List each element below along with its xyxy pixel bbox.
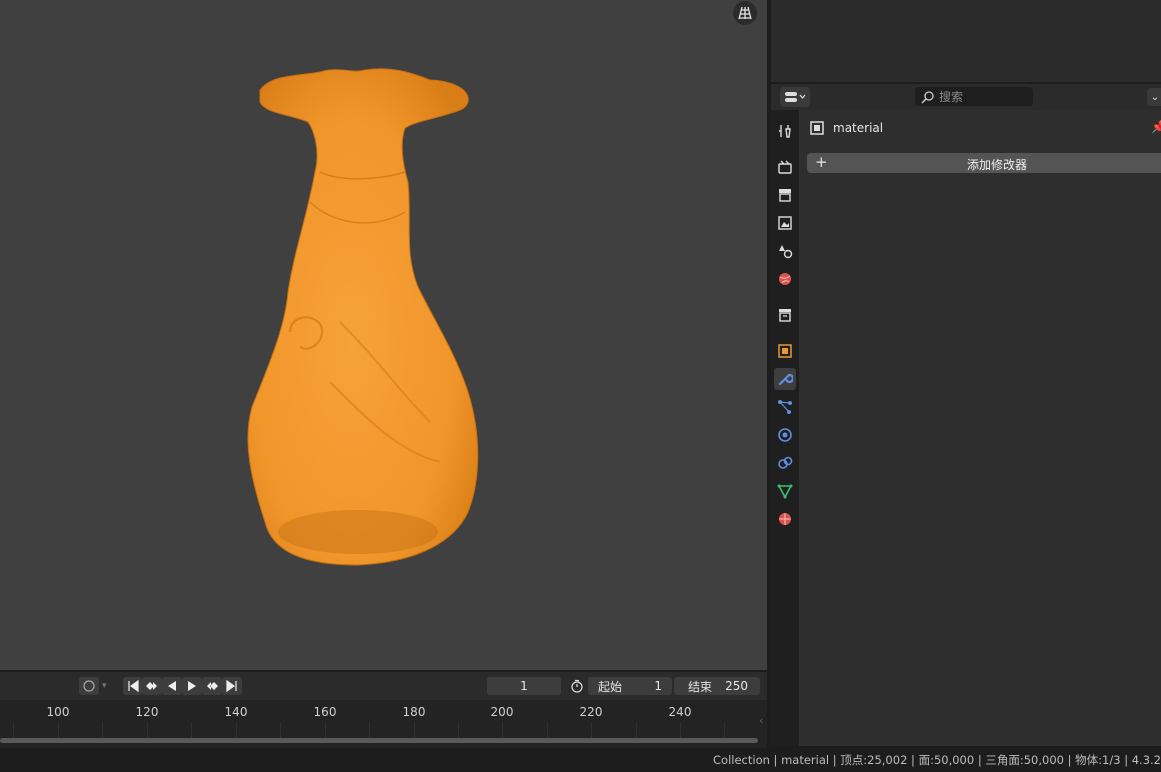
current-frame-field[interactable]: 1 <box>487 677 561 695</box>
object-name-label: material <box>833 121 884 135</box>
render-icon[interactable] <box>774 156 796 178</box>
chevron-down-icon[interactable]: ⌄ <box>1147 88 1161 106</box>
scene-icon[interactable] <box>774 240 796 262</box>
jump-to-end-icon[interactable] <box>222 677 242 695</box>
add-modifier-button[interactable]: + 添加修改器 <box>807 153 1161 173</box>
3d-viewport[interactable] <box>0 0 767 670</box>
editor-type-button[interactable] <box>780 87 810 107</box>
data-icon[interactable] <box>774 480 796 502</box>
outliner-panel[interactable] <box>771 0 1161 82</box>
start-frame-field[interactable]: 起始 1 <box>588 677 672 695</box>
chevron-down-icon[interactable]: ▾ <box>102 681 107 691</box>
ruler-tick-label: 180 <box>402 705 426 719</box>
previous-keyframe-icon[interactable] <box>142 677 162 695</box>
add-modifier-label: 添加修改器 <box>966 158 1027 172</box>
ruler-tick-label: 120 <box>135 705 159 719</box>
properties-content: material 📌 + 添加修改器 <box>799 110 1161 746</box>
pin-icon[interactable]: 📌 <box>1151 120 1161 136</box>
search-placeholder: 搜索 <box>939 90 964 104</box>
world-icon[interactable] <box>774 268 796 290</box>
status-scene-stats: Collection | material | 顶点:25,002 | 面:50… <box>713 753 1161 767</box>
ruler-tick-label: 240 <box>668 705 692 719</box>
ruler-tick-label: 100 <box>46 705 70 719</box>
ruler-tick-label: 200 <box>490 705 514 719</box>
object-icon[interactable] <box>774 340 796 362</box>
ruler-tick-label: 220 <box>579 705 603 719</box>
play-icon[interactable] <box>182 677 202 695</box>
status-bar: Collection | material | 顶点:25,002 | 面:50… <box>0 748 1161 772</box>
properties-editor-icon <box>785 92 806 102</box>
timeline-scrollbar[interactable] <box>0 738 758 743</box>
start-frame-label: 起始 <box>598 679 623 694</box>
output-icon[interactable] <box>774 184 796 206</box>
mesh-object-icon <box>809 120 825 136</box>
play-reverse-icon[interactable] <box>162 677 182 695</box>
stopwatch-icon[interactable] <box>567 677 586 695</box>
ruler-tick-label: 160 <box>313 705 337 719</box>
tool-icon[interactable] <box>774 120 796 142</box>
end-frame-label: 结束 <box>688 679 713 694</box>
jump-to-start-icon[interactable] <box>123 677 142 695</box>
timeline-header: ▾ 1 起始 1 结束 250 <box>0 672 767 700</box>
properties-header: 搜索 ⌄ <box>771 84 1161 110</box>
end-frame-value: 250 <box>725 679 748 693</box>
keying-record-icon[interactable] <box>79 677 99 695</box>
material-icon[interactable] <box>774 508 796 530</box>
perspective-grid-icon[interactable] <box>733 1 757 25</box>
collection-icon[interactable] <box>774 304 796 326</box>
physics-icon[interactable] <box>774 424 796 446</box>
timeline-editor[interactable]: ▾ 1 起始 1 结束 250 100 120 140 160 180 200 … <box>0 672 767 748</box>
modifier-icon[interactable] <box>774 368 796 390</box>
search-icon <box>921 90 934 104</box>
start-frame-value: 1 <box>654 679 662 693</box>
next-keyframe-icon[interactable] <box>202 677 222 695</box>
view-layer-icon[interactable] <box>774 212 796 234</box>
vase-mesh[interactable] <box>230 62 490 572</box>
chevron-left-icon[interactable]: ‹ <box>759 714 763 727</box>
constraints-icon[interactable] <box>774 452 796 474</box>
search-input[interactable]: 搜索 <box>915 87 1033 106</box>
end-frame-field[interactable]: 结束 250 <box>674 677 760 695</box>
ruler-tick-label: 140 <box>224 705 248 719</box>
current-frame-value: 1 <box>520 679 528 693</box>
particles-icon[interactable] <box>774 396 796 418</box>
